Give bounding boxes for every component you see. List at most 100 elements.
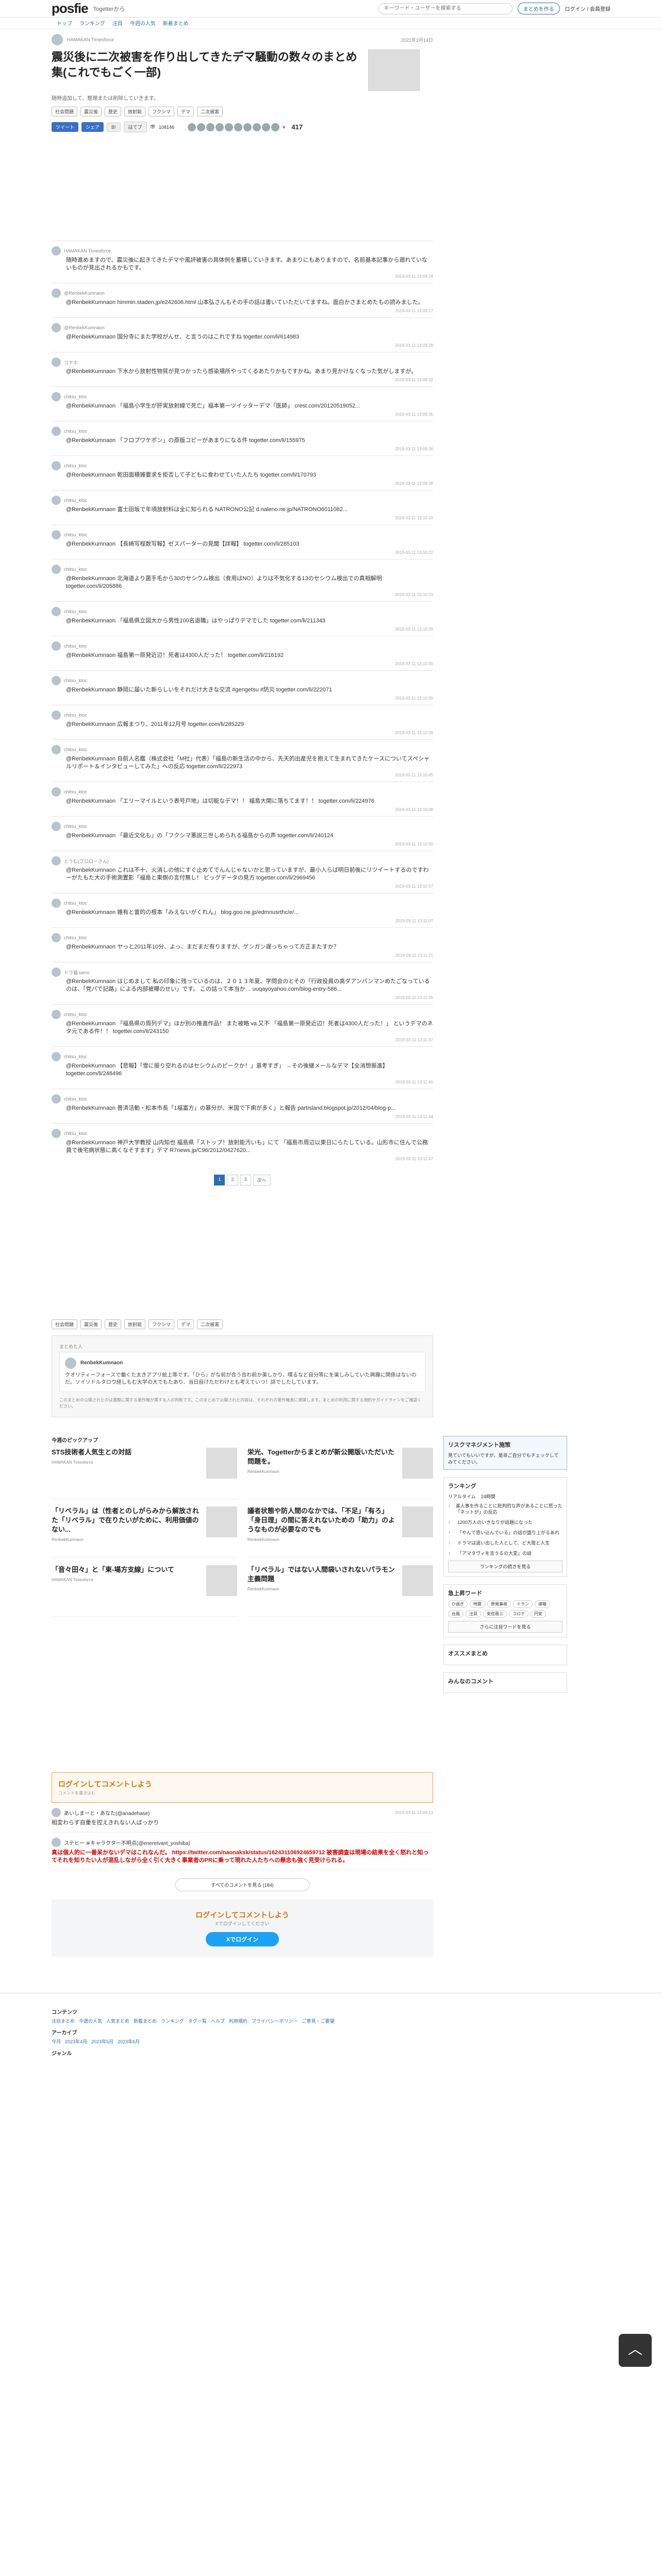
trending-word[interactable]: 原発事故 (487, 1600, 511, 1608)
avatar[interactable] (243, 123, 252, 131)
trending-word[interactable]: 台風 (448, 1610, 464, 1618)
tweet-time[interactable]: 2019-03-11 13:09:24 (52, 274, 433, 279)
footer-archive-link[interactable]: 今月 (52, 2038, 61, 2045)
ranking-item[interactable]: ↑ 1200万人のいきなりが話題になった (448, 1519, 562, 1526)
page-2[interactable]: 2 (227, 1175, 238, 1185)
nav-item-top[interactable]: トップ (57, 19, 72, 27)
tweet-time[interactable]: 2019-03-11 13:11:21 (52, 953, 433, 958)
avatar[interactable] (188, 123, 196, 131)
tweet-time[interactable]: 2019-03-11 13:10:57 (52, 884, 433, 889)
avatar[interactable] (52, 822, 61, 831)
recommend-card[interactable]: 「リベラル」ではない人間袋いされないパラモン主義問題 RenbekKumnaon (247, 1565, 433, 1617)
nav-item-weekly[interactable]: 今週の人気 (130, 19, 156, 27)
tweet-time[interactable]: 2019-03-11 13:11:35 (52, 995, 433, 1000)
tweet-user[interactable]: chitsu_ktoc (64, 901, 87, 906)
avatar[interactable] (216, 123, 224, 131)
tweet-time[interactable]: 2019-03-11 13:11:44 (52, 1114, 433, 1119)
footer-link[interactable]: プライバシーポリシー (252, 2018, 298, 2024)
tweet-user[interactable]: chitsu_ktoc (64, 713, 87, 718)
recommend-title[interactable]: 議者状態や防人間のなかでは、「不足」「有ろ」「身日理」の間に答えれないための「助… (247, 1506, 398, 1534)
author-name[interactable]: HAMAKAN Timesforce (67, 37, 114, 42)
tweet-user[interactable]: chitsu_ktoc (64, 429, 87, 434)
tab-realtime[interactable]: リアルタイム (448, 1493, 476, 1500)
ranking-item[interactable]: ↑ 「やんで思い込んでいる」の話が盛り上がるあれ (448, 1530, 562, 1536)
avatar[interactable] (52, 1808, 61, 1817)
tweet-user[interactable]: chitsu_ktoc (64, 532, 87, 537)
trending-word[interactable]: 安倍晋三 (483, 1610, 507, 1618)
tweet-time[interactable]: 2019-03-11 13:10:50 (52, 842, 433, 846)
tweet-button[interactable]: ツイート (52, 122, 79, 132)
footer-archive-link[interactable]: 2023年4月 (65, 2038, 87, 2045)
avatar[interactable] (52, 787, 61, 796)
login-comment-banner[interactable]: ログインしてコメントしよう コメントを書き込む (52, 1772, 433, 1803)
trending-word[interactable]: コロナ (509, 1610, 528, 1618)
tweet-time[interactable]: 2019-03-11 13:09:35 (52, 412, 433, 417)
page-3[interactable]: 3 (240, 1175, 251, 1185)
recommend-title[interactable]: 「リベラル」は（性者とのしがらみから解放された「リベラル」で在りたいがために、利… (52, 1506, 202, 1534)
comment-user[interactable]: あいしまーと・あなた(@anadehase) (64, 1809, 150, 1817)
promo-box[interactable]: リスクマネジメント施策 見ていてもいいですが、是非ご自分でもチェックしてみてくだ… (443, 1436, 567, 1470)
footer-link[interactable]: ランキング (161, 2018, 184, 2024)
avatar[interactable] (52, 496, 61, 505)
footer-archive-link[interactable]: 2023年5月 (91, 2038, 113, 2045)
footer-link[interactable]: 人気まとめ (106, 2018, 129, 2024)
avatar[interactable] (52, 323, 61, 332)
avatar[interactable] (52, 1052, 61, 1061)
recommend-card[interactable]: STS技術者人気生との対話 HAMAKAN Timesforce (52, 1448, 237, 1499)
tab-24h[interactable]: 24時間 (481, 1493, 495, 1500)
ranking-title[interactable]: 「アマタヴィを言うるの大変」の話 (457, 1550, 532, 1556)
avatar[interactable] (52, 34, 63, 45)
avatar[interactable] (262, 123, 271, 131)
ranking-title[interactable]: 「やんで思い込んでいる」の話が盛り上がるあれ (457, 1530, 559, 1536)
hatena-button[interactable]: B! (107, 122, 121, 132)
tag[interactable]: 歴史 (105, 1319, 122, 1329)
ranking-title[interactable]: 1200万人のいきなりが話題になった (457, 1519, 533, 1526)
tweet-user[interactable]: @RenbekKumnaon (64, 291, 105, 296)
avatar[interactable] (52, 530, 61, 539)
tag[interactable]: デマ (177, 107, 194, 116)
footer-archive-link[interactable]: 2023年6月 (118, 2038, 140, 2045)
tag[interactable]: フクシマ (148, 107, 175, 116)
trending-word[interactable]: 速報 (535, 1600, 550, 1608)
profile-name[interactable]: RenbekKumnaon (80, 1360, 123, 1367)
tweet-user[interactable]: @RenbekKumnaon (64, 325, 105, 330)
nav-item-featured[interactable]: 注目 (112, 19, 123, 27)
tweet-user[interactable]: chitsu_ktoc (64, 824, 87, 829)
tweet-user[interactable]: chitsu_ktoc (64, 498, 87, 503)
tweet-time[interactable]: 2019-03-11 13:10:22 (52, 550, 433, 555)
tag[interactable]: 震災後 (80, 107, 102, 116)
tweet-user[interactable]: chitsu_ktoc (64, 394, 87, 399)
avatar[interactable] (52, 856, 61, 866)
avatar[interactable] (52, 565, 61, 574)
trending-word[interactable]: 注目 (466, 1610, 481, 1618)
tweet-user[interactable]: chitsu_ktoc (64, 567, 87, 572)
tag[interactable]: 放射能 (124, 1319, 146, 1329)
tweet-user[interactable]: ドラ猫 tamo (64, 969, 90, 976)
footer-link[interactable]: 今週の人気 (79, 2018, 102, 2024)
avatar[interactable] (197, 123, 206, 131)
words-more-button[interactable]: さらに注目ワードを見る (448, 1621, 562, 1633)
recommend-card[interactable]: 栄光、Togetterからまとめが新公開版いただいた問題を。 RenbekKumn… (247, 1448, 433, 1499)
all-comments-button[interactable]: すべてのコメントを見る (184) (175, 1878, 309, 1891)
tweet-user[interactable]: chitsu_ktoc (64, 463, 87, 468)
tweet-time[interactable]: 2019-03-11 13:10:30 (52, 696, 433, 701)
trending-word[interactable]: 地震 (470, 1600, 485, 1608)
tweet-user[interactable]: chitsu_ktoc (64, 643, 87, 649)
avatar[interactable] (52, 676, 61, 685)
tweet-user[interactable]: HAMAKAN Timesforce (64, 248, 111, 253)
tweet-time[interactable]: 2019-03-11 13:10:29 (52, 627, 433, 632)
tweet-user[interactable]: とうむ(ブロローさん) (64, 858, 109, 865)
avatar[interactable] (52, 461, 61, 470)
footer-link[interactable]: 注目まとめ (52, 2018, 75, 2024)
avatar[interactable] (52, 1129, 61, 1138)
avatar[interactable] (52, 899, 61, 908)
footer-link[interactable]: ヘルプ (211, 2018, 225, 2024)
recommend-card[interactable]: 「リベラル」は（性者とのしがらみから解放された「リベラル」で在りたいがために、利… (52, 1506, 237, 1558)
tweet-time[interactable]: 2019-03-11 13:09:32 (52, 378, 433, 382)
tag[interactable]: デマ (177, 1319, 194, 1329)
tweet-user[interactable]: chitsu_ktoc (64, 935, 87, 940)
next-page[interactable]: 次へ (253, 1175, 271, 1185)
page-1[interactable]: 1 (214, 1175, 225, 1185)
tweet-user[interactable]: chitsu_ktoc (64, 609, 87, 614)
heart-icon[interactable]: ♥ (283, 125, 285, 130)
